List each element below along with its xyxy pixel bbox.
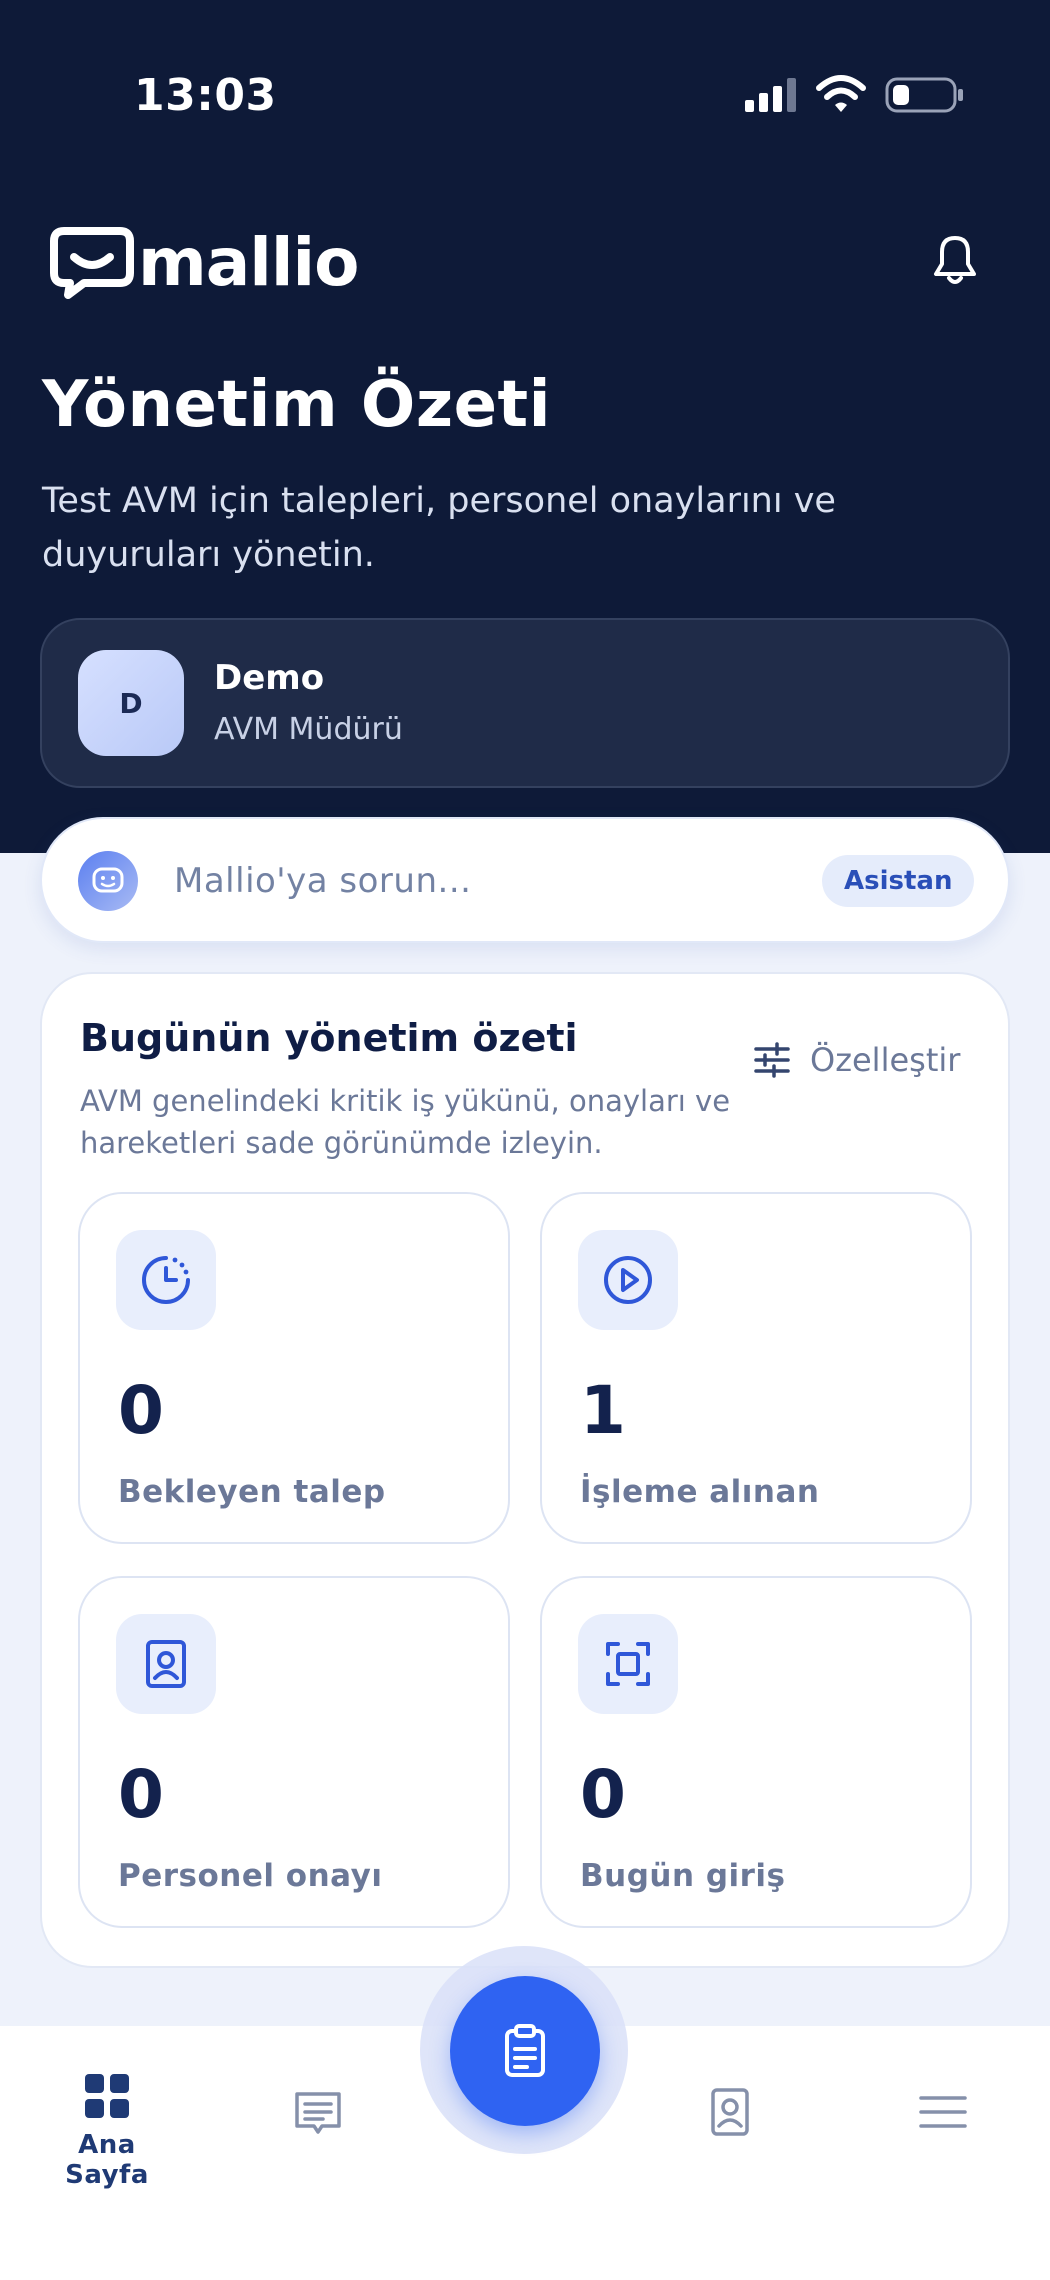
stat-value: 0: [118, 1756, 164, 1833]
nav-home-label: Ana Sayfa: [65, 2130, 149, 2190]
stat-card-staff-approval[interactable]: 0 Personel onayı: [78, 1576, 510, 1928]
profile-name: Demo: [214, 658, 325, 698]
signal-icon: [745, 78, 796, 112]
stat-label: Bekleyen talep: [118, 1474, 386, 1510]
stat-card-pending[interactable]: 0 Bekleyen talep: [78, 1192, 510, 1544]
battery-icon: [885, 77, 963, 113]
clock-pending-icon: [116, 1230, 216, 1330]
clipboard-icon: [505, 2024, 545, 2077]
customize-button[interactable]: Özelleştir: [752, 1040, 960, 1080]
stat-value: 0: [118, 1372, 164, 1449]
play-circle-icon: [578, 1230, 678, 1330]
page-subtitle: Test AVM için talepleri, personel onayla…: [42, 481, 836, 575]
assistant-bot-icon: [78, 851, 138, 911]
logo-icon: [50, 227, 134, 299]
header-hero: 13:03 mallio Yönetim Özeti Test AVM için: [0, 0, 1050, 853]
assistant-input[interactable]: Mallio'ya sorun...: [174, 861, 471, 901]
nav-staff[interactable]: [655, 2086, 805, 2138]
summary-description: AVM genelindeki kritik iş yükünü, onayla…: [80, 1084, 731, 1160]
grid-icon: [85, 2074, 129, 2118]
bell-icon[interactable]: [930, 232, 980, 288]
nav-home[interactable]: Ana Sayfa: [32, 2070, 182, 2190]
nav-menu[interactable]: [868, 2086, 1018, 2138]
stat-label: İşleme alınan: [580, 1474, 820, 1510]
status-bar: 13:03: [0, 0, 1050, 130]
avatar: D: [78, 650, 184, 756]
summary-card: Bugünün yönetim özeti AVM genelindeki kr…: [40, 972, 1010, 1968]
brand-logo: mallio: [50, 222, 360, 302]
status-time: 13:03: [134, 70, 277, 121]
page-title: Yönetim Özeti: [42, 368, 551, 442]
scan-frame-icon: [578, 1614, 678, 1714]
stat-label: Bugün giriş: [580, 1858, 786, 1894]
brand-name: mallio: [138, 223, 360, 301]
stat-card-in-progress[interactable]: 1 İşleme alınan: [540, 1192, 972, 1544]
message-icon: [295, 2092, 341, 2134]
new-request-fab[interactable]: [450, 1976, 600, 2126]
assistant-search-bar[interactable]: Mallio'ya sorun... Asistan: [40, 817, 1010, 943]
customize-label: Özelleştir: [810, 1041, 961, 1079]
assistant-badge[interactable]: Asistan: [822, 855, 975, 907]
summary-title: Bugünün yönetim özeti: [80, 1016, 578, 1060]
id-badge-icon: [116, 1614, 216, 1714]
stat-card-today-entry[interactable]: 0 Bugün giriş: [540, 1576, 972, 1928]
profile-card[interactable]: D Demo AVM Müdürü: [40, 618, 1010, 788]
nav-messages[interactable]: [243, 2086, 393, 2138]
stat-label: Personel onayı: [118, 1858, 383, 1894]
wifi-icon: [816, 75, 866, 112]
stat-value: 1: [580, 1372, 626, 1449]
stat-value: 0: [580, 1756, 626, 1833]
sliders-icon: [754, 1042, 790, 1078]
menu-icon: [919, 2096, 967, 2128]
id-badge-icon: [711, 2088, 749, 2136]
profile-role: AVM Müdürü: [214, 712, 403, 747]
